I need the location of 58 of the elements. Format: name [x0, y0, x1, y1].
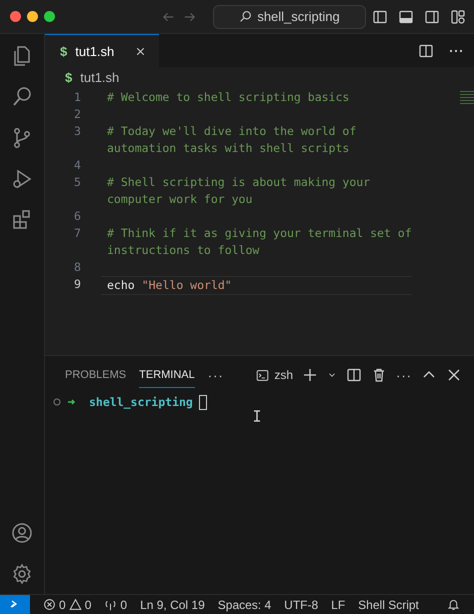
code-text: "Hello world" [142, 278, 232, 292]
error-icon [43, 598, 56, 611]
text-cursor-icon [252, 410, 261, 422]
code-text: # Shell scripting is about making your [107, 174, 372, 191]
language-mode[interactable]: Shell Script [358, 598, 419, 612]
more-button[interactable]: ··· [396, 368, 412, 382]
line-number: 8 [73, 259, 82, 276]
remote-button[interactable] [0, 595, 30, 614]
line-number: 3 [73, 123, 82, 140]
editor-tab[interactable]: $ tut1.sh [45, 34, 159, 67]
sidebar-toggle-icon[interactable] [372, 8, 388, 24]
code-text: echo [107, 278, 135, 292]
indentation-status[interactable]: Spaces: 4 [218, 598, 272, 612]
cursor-position[interactable]: Ln 9, Col 19 [140, 598, 205, 612]
trash-icon[interactable] [371, 367, 387, 383]
terminal-icon [256, 368, 270, 382]
terminal-cursor [198, 394, 207, 410]
antenna-icon [104, 598, 118, 611]
line-number: 4 [73, 157, 82, 174]
code-text: # Welcome to shell scripting basics [107, 90, 350, 104]
code-text: instructions to follow [107, 242, 260, 259]
prompt-text: shell_scripting [89, 395, 193, 409]
status-circle-icon [53, 398, 61, 406]
line-ending-status[interactable]: LF [331, 598, 346, 612]
search-icon [239, 10, 252, 23]
more-button[interactable]: ··· [208, 368, 224, 382]
minimize-window-button[interactable] [27, 11, 38, 22]
line-number: 9 [73, 276, 82, 293]
line-number: 1 [73, 89, 82, 106]
encoding-status[interactable]: UTF-8 [284, 598, 318, 612]
split-terminal-icon[interactable] [346, 367, 362, 383]
account-icon[interactable] [10, 521, 34, 545]
line-number: 6 [73, 208, 82, 225]
secondary-sidebar-icon[interactable] [424, 8, 440, 24]
problems-status[interactable]: 0 0 [43, 598, 92, 612]
panel-toggle-icon[interactable] [398, 8, 414, 24]
line-number: 7 [73, 225, 82, 242]
add-terminal-icon[interactable] [302, 367, 318, 383]
panel-tab[interactable]: PROBLEMS [65, 362, 126, 388]
prompt-arrow-icon [67, 398, 77, 406]
code-text: computer work for you [107, 191, 254, 208]
layout-icon[interactable] [450, 8, 466, 24]
warning-icon [68, 598, 82, 611]
breadcrumb[interactable]: $ tut1.sh [45, 67, 474, 87]
maximize-window-button[interactable] [44, 11, 55, 22]
split-editor-icon[interactable] [418, 42, 434, 58]
bell-icon[interactable] [447, 598, 460, 611]
line-number: 2 [73, 106, 82, 123]
close-window-button[interactable] [10, 11, 21, 22]
ports-status[interactable]: 0 [104, 598, 128, 612]
line-number: 5 [73, 174, 82, 191]
code-text: # Today we'll dive into the world of [107, 123, 358, 140]
close-icon[interactable] [446, 367, 462, 383]
search-field[interactable]: shell_scripting [213, 4, 366, 28]
code-text: automation tasks with shell scripts [107, 140, 350, 157]
panel-tab[interactable]: TERMINAL [139, 362, 195, 388]
code-text: # Think if it as giving your terminal set of [107, 225, 412, 242]
terminal-selector[interactable]: zsh [256, 368, 293, 382]
